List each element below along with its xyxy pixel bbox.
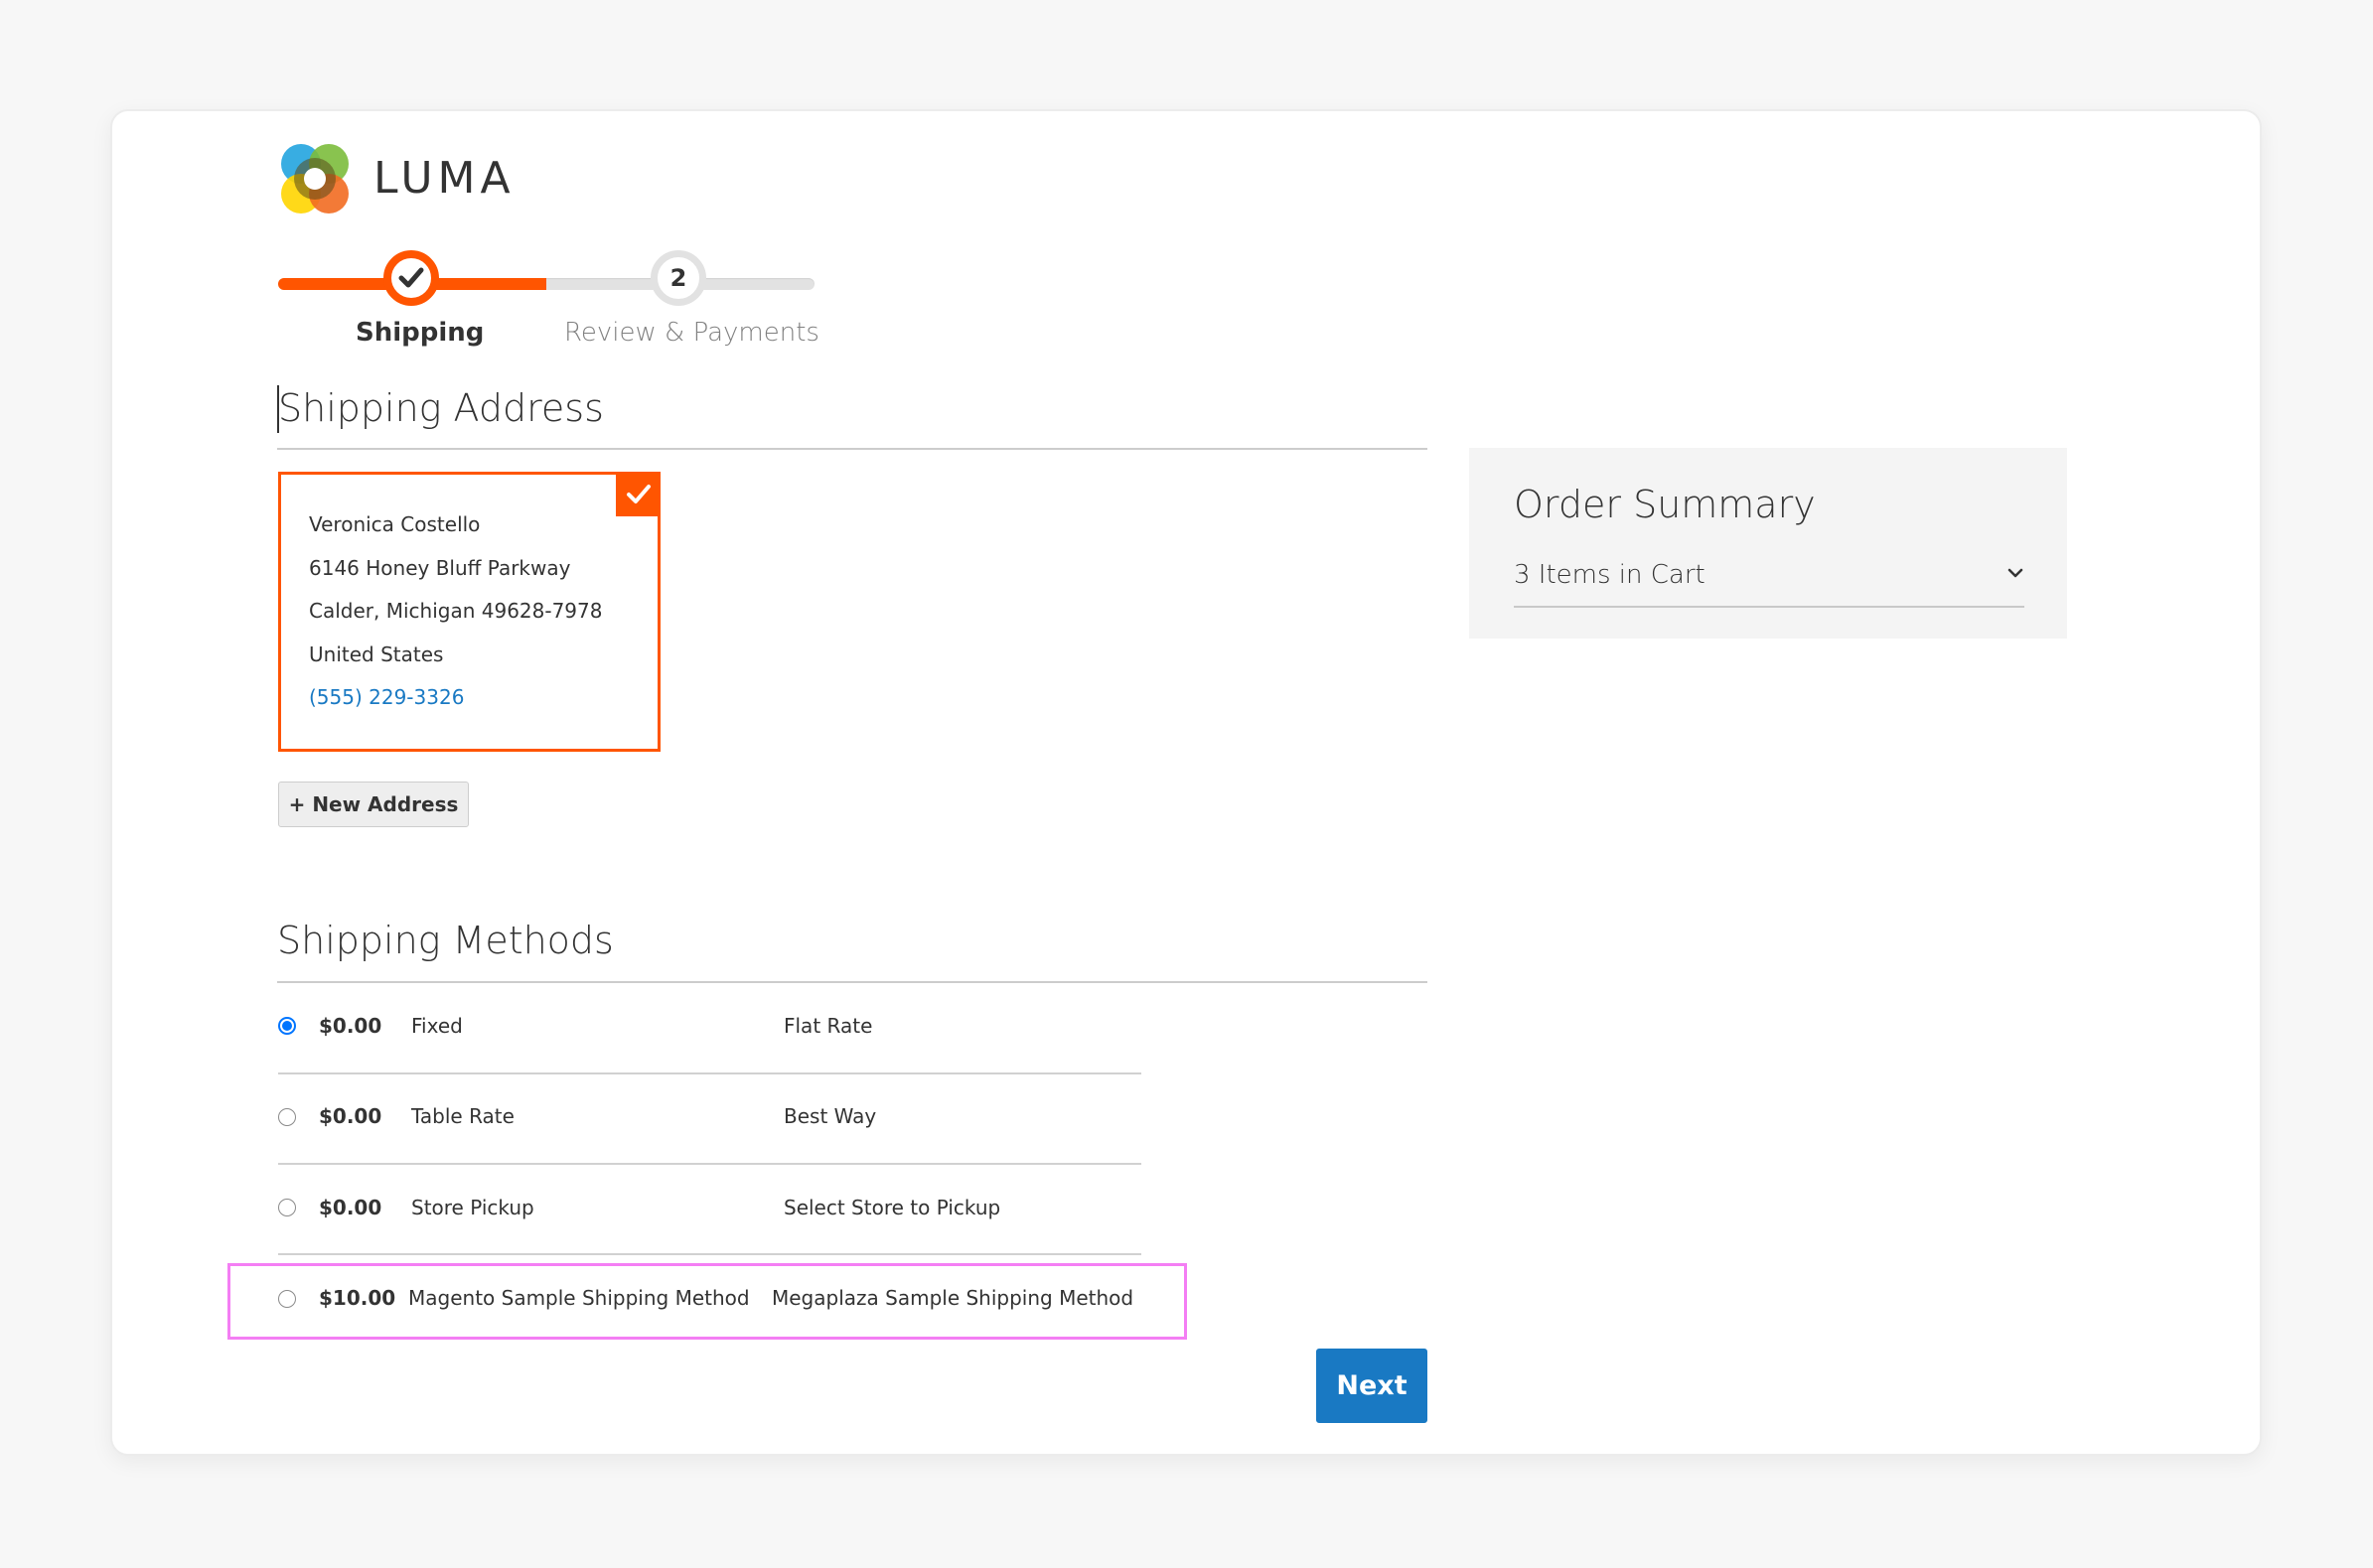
step-review-number: 2 <box>651 250 706 306</box>
method-price: $0.00 <box>319 1196 382 1219</box>
order-summary-title: Order Summary <box>1514 483 1816 526</box>
step-review-label: Review & Payments <box>564 318 819 348</box>
carrier-title: Best Way <box>784 1104 877 1128</box>
checkmark-icon <box>398 267 424 288</box>
items-in-cart-toggle[interactable]: 3 Items in Cart <box>1514 558 1706 592</box>
method-title: Store Pickup <box>411 1196 534 1219</box>
next-button[interactable]: Next <box>1316 1349 1427 1423</box>
method-title: Table Rate <box>411 1104 515 1128</box>
selected-address-badge <box>616 472 661 516</box>
luma-logo-icon <box>281 144 349 214</box>
shipping-method-radio[interactable] <box>278 1290 296 1308</box>
checkmark-icon <box>626 484 651 503</box>
address-country: United States <box>309 642 444 666</box>
shipping-methods-divider <box>277 981 1427 983</box>
shipping-method-radio[interactable] <box>278 1199 296 1216</box>
row-divider <box>278 1253 1141 1255</box>
order-summary-panel <box>1469 448 2067 639</box>
method-price: $10.00 <box>319 1286 396 1310</box>
address-city: Calder, Michigan 49628-7978 <box>309 599 603 623</box>
chevron-down-icon[interactable] <box>2004 562 2026 584</box>
row-divider <box>278 1163 1141 1165</box>
address-name: Veronica Costello <box>309 512 481 536</box>
shipping-method-radio[interactable] <box>278 1017 296 1035</box>
method-price: $0.00 <box>319 1104 382 1128</box>
address-street: 6146 Honey Bluff Parkway <box>309 556 571 580</box>
carrier-title: Megaplaza Sample Shipping Method <box>772 1286 1134 1310</box>
new-address-button[interactable]: + New Address <box>278 782 469 827</box>
method-title: Magento Sample Shipping Method <box>408 1286 750 1310</box>
shipping-address-divider <box>277 448 1427 450</box>
step-shipping-label[interactable]: Shipping <box>356 316 484 350</box>
shipping-methods-title: Shipping Methods <box>277 919 614 962</box>
method-title: Fixed <box>411 1014 463 1038</box>
carrier-title: Flat Rate <box>784 1014 873 1038</box>
method-price: $0.00 <box>319 1014 382 1038</box>
shipping-address-title: Shipping Address <box>278 386 604 430</box>
row-divider <box>278 1072 1141 1074</box>
address-phone-link[interactable]: (555) 229-3326 <box>309 683 464 711</box>
step-shipping-complete[interactable] <box>383 250 439 306</box>
brand-name: LUMA <box>373 153 516 204</box>
order-summary-divider <box>1514 606 2024 608</box>
shipping-method-radio[interactable] <box>278 1108 296 1126</box>
carrier-title: Select Store to Pickup <box>784 1196 1001 1219</box>
